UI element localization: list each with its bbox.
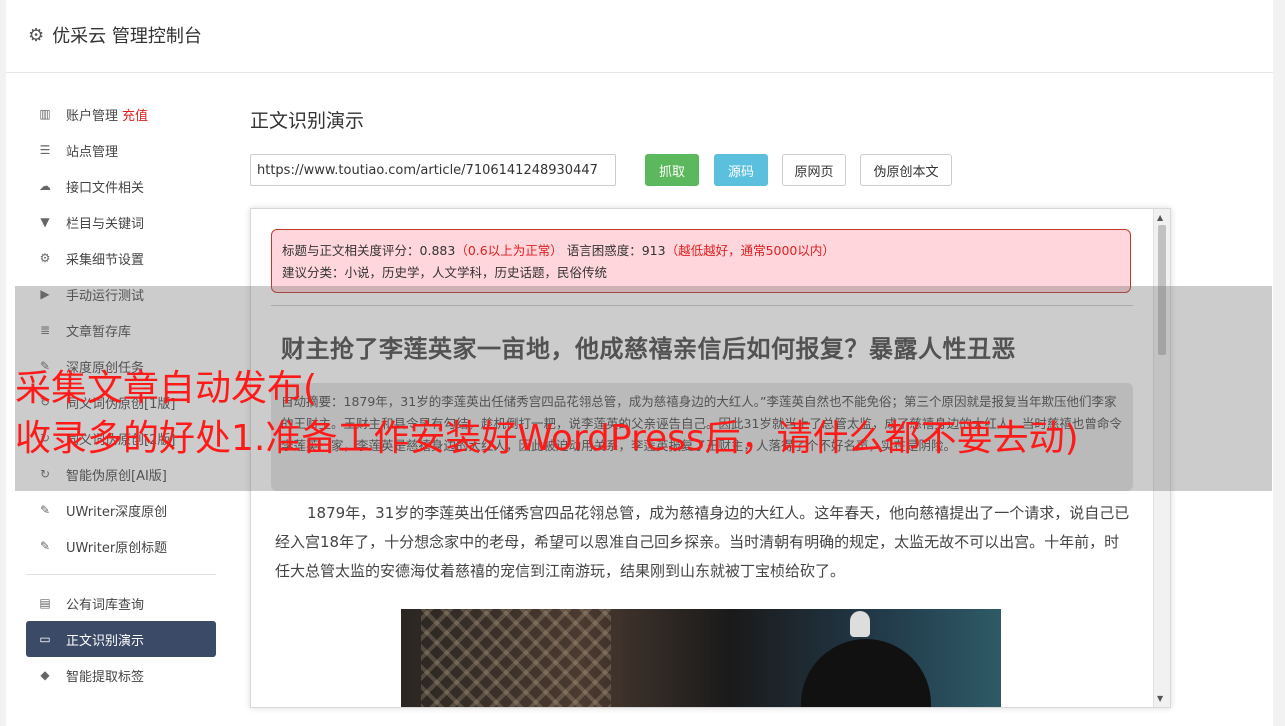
- sidebar-item-label: 智能提取标签: [66, 669, 145, 685]
- gear-icon: ⚙: [28, 24, 45, 46]
- url-input[interactable]: [250, 154, 616, 186]
- app-title: 优采云 管理控制台: [52, 26, 202, 47]
- scroll-up-arrow-icon[interactable]: ▲: [1157, 213, 1163, 222]
- score-note: （0.6以上为正常）: [455, 243, 563, 258]
- overlay-line-1: 采集文章自动发布(: [15, 368, 318, 409]
- page-title: 正文识别演示: [250, 110, 365, 132]
- cloud-upload-icon: ☁: [39, 179, 51, 193]
- gears-icon: ⚙: [39, 251, 51, 265]
- pseudo-original-button[interactable]: 伪原创本文: [860, 154, 952, 186]
- bar-chart-icon: ▥: [39, 107, 51, 121]
- sidebar-item[interactable]: ▤ 公有词库查询: [26, 585, 216, 621]
- brand[interactable]: ⚙ 优采云 管理控制台: [28, 22, 202, 48]
- sidebar-item-label: 公有词库查询: [66, 597, 145, 613]
- sidebar-item-label: 正文识别演示: [66, 633, 145, 649]
- perplexity-note: （越低越好，通常5000以内）: [665, 243, 835, 258]
- category-label: 建议分类：: [282, 265, 345, 280]
- article-image: [401, 609, 1001, 707]
- sidebar-item-label: 账户管理: [66, 108, 119, 124]
- score-label: 标题与正文相关度评分：: [282, 243, 420, 258]
- sidebar-item[interactable]: ✎ UWriter原创标题: [26, 528, 216, 564]
- tag-icon: ◆: [40, 668, 50, 682]
- score-value: 0.883: [419, 243, 456, 258]
- overlay-caption: 采集文章自动发布( 收录多的好处1.准备工作安装好WordPress后，请什么都…: [15, 364, 1079, 464]
- edit-icon: ✎: [39, 539, 51, 553]
- overlay-line-2: 收录多的好处1.准备工作安装好WordPress后，请什么都不要去动): [15, 418, 1079, 459]
- sidebar-item[interactable]: ☁ 接口文件相关: [26, 168, 216, 204]
- category-values: 小说，历史学，人文学科，历史话题，民俗传统: [344, 265, 608, 280]
- sidebar-item[interactable]: ✎ UWriter深度原创: [26, 492, 216, 528]
- sidebar-item[interactable]: ◆ 智能提取标签: [26, 657, 216, 693]
- sidebar-item[interactable]: ☰ 站点管理: [26, 132, 216, 168]
- sidebar-item-label: 站点管理: [66, 144, 119, 160]
- official-hat: [801, 639, 931, 707]
- source-button[interactable]: 源码: [714, 154, 768, 186]
- recharge-tag[interactable]: 充值: [122, 105, 148, 124]
- article-paragraph: 1879年，31岁的李莲英出任储秀宫四品花翎总管，成为慈禧身边的大红人。这年春天…: [275, 504, 1130, 580]
- original-page-button[interactable]: 原网页: [782, 154, 846, 186]
- sidebar-item[interactable]: ▥ 账户管理 充值: [26, 96, 216, 132]
- sidebar-item-label: 接口文件相关: [66, 180, 145, 196]
- sidebar-divider: [26, 574, 216, 575]
- lattice-window: [421, 609, 611, 707]
- sidebar-item-label: 栏目与关键词: [66, 216, 145, 232]
- sidebar-item[interactable]: ▭ 正文识别演示: [26, 621, 216, 657]
- perplexity-label: 语言困惑度：: [566, 243, 642, 258]
- server-icon: ☰: [39, 143, 51, 157]
- book-icon: ▤: [39, 596, 51, 610]
- fetch-button[interactable]: 抓取: [645, 154, 699, 186]
- edit-icon: ✎: [39, 503, 51, 517]
- sidebar-item[interactable]: ▼ 栏目与关键词: [26, 204, 216, 240]
- sidebar-item[interactable]: ⚙ 采集细节设置: [26, 240, 216, 276]
- scroll-down-arrow-icon[interactable]: ▼: [1157, 694, 1163, 703]
- sidebar-item-label: UWriter原创标题: [66, 540, 168, 556]
- sidebar-item-label: UWriter深度原创: [66, 504, 168, 520]
- monitor-icon: ▭: [39, 632, 51, 646]
- score-alert: 标题与正文相关度评分：0.883（0.6以上为正常） 语言困惑度：913（越低越…: [271, 229, 1131, 293]
- hat-finial: [850, 611, 870, 637]
- top-header: ⚙ 优采云 管理控制台: [6, 0, 1273, 73]
- perplexity-value: 913: [641, 243, 666, 258]
- sidebar-item-label: 采集细节设置: [66, 252, 145, 268]
- filter-icon: ▼: [40, 215, 50, 229]
